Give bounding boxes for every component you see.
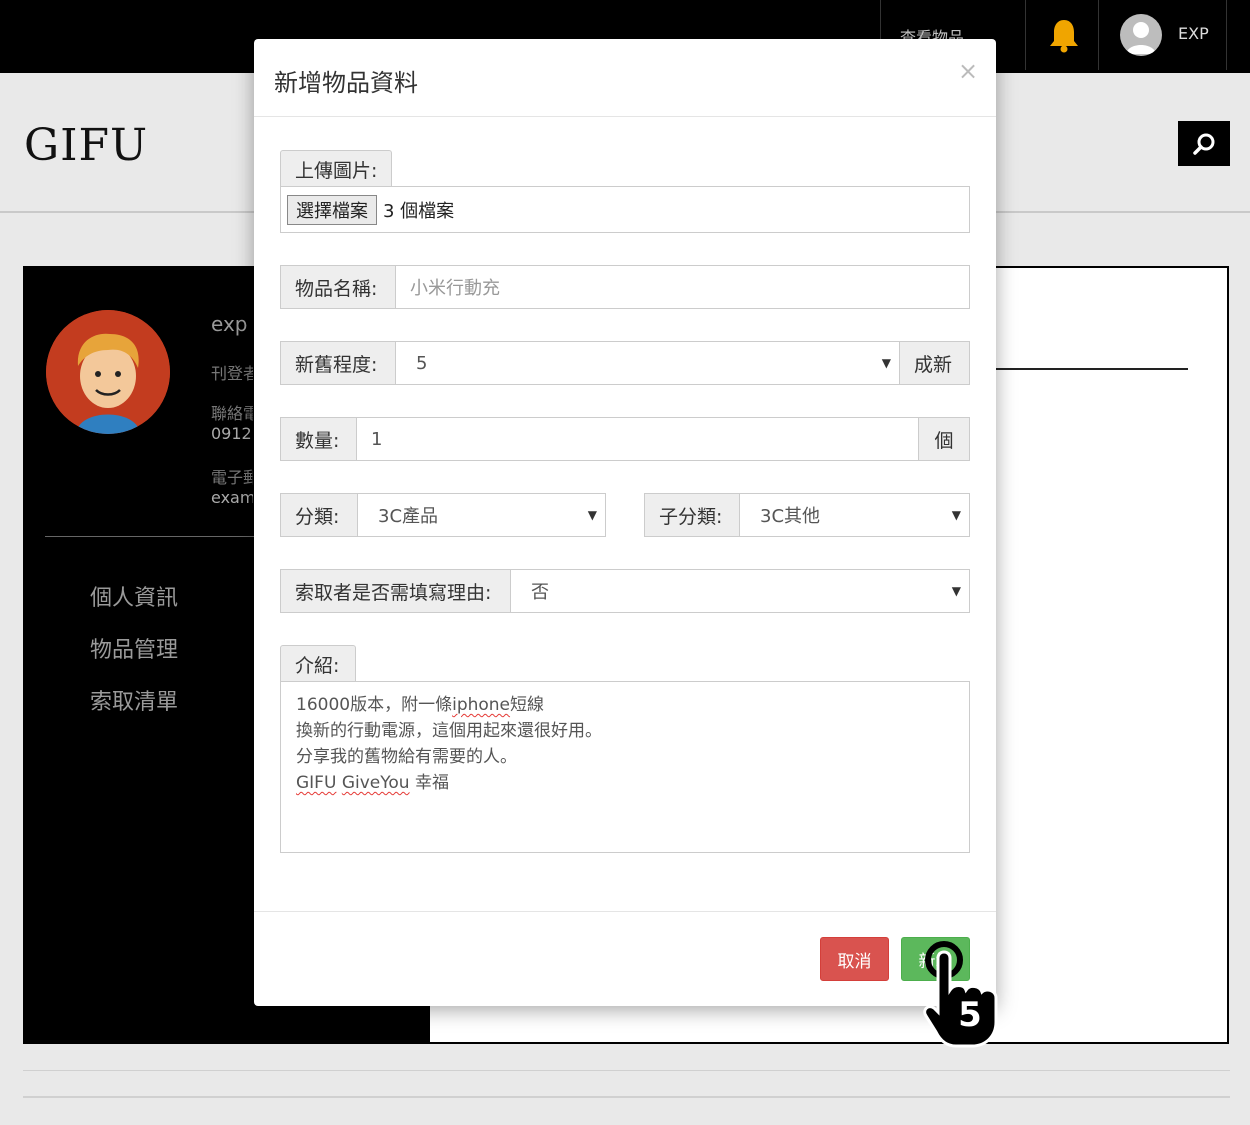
condition-value: 5 — [416, 352, 428, 374]
condition-label: 新舊程度: — [280, 341, 396, 385]
modal-header: 新增物品資料 × — [254, 39, 996, 117]
content-divider — [995, 368, 1188, 370]
sidebar-item-items[interactable]: 物品管理 — [90, 632, 178, 664]
site-logo[interactable]: GIFU — [24, 120, 148, 171]
bell-icon[interactable] — [1048, 18, 1080, 54]
search-button[interactable] — [1178, 121, 1230, 166]
subcategory-select[interactable]: 3C其他 ▼ — [739, 493, 970, 537]
intro-text: iphone — [452, 695, 511, 715]
navbar-divider — [1098, 0, 1099, 70]
sidebar-item-requests[interactable]: 索取清單 — [90, 684, 178, 716]
profile-label: 電子郵件 — [211, 468, 253, 487]
intro-text: 短線 — [510, 695, 545, 715]
chevron-down-icon: ▼ — [881, 356, 891, 370]
close-icon[interactable]: × — [958, 57, 978, 85]
navbar-divider — [1025, 0, 1026, 70]
search-icon — [1193, 133, 1215, 155]
category-select[interactable]: 3C產品 ▼ — [357, 493, 606, 537]
chevron-down-icon: ▼ — [587, 508, 597, 522]
intro-text: 幸福 — [409, 773, 449, 793]
profile-avatar — [46, 310, 170, 434]
intro-label: 介紹: — [280, 645, 356, 682]
add-button[interactable]: 新增 — [901, 937, 970, 981]
profile-label: 聯絡電話 — [211, 404, 253, 423]
user-name[interactable]: EXP — [1178, 24, 1209, 43]
condition-select[interactable]: 5 ▼ — [395, 341, 900, 385]
profile-divider — [45, 536, 255, 537]
chevron-down-icon: ▼ — [951, 508, 961, 522]
quantity-label: 數量: — [280, 417, 357, 461]
profile-name: exp — [211, 312, 248, 336]
intro-text: GIFU — [296, 773, 337, 793]
file-count-text: 3 個檔案 — [383, 200, 455, 222]
intro-line: GIFU GiveYou 幸福 — [296, 770, 954, 796]
subcategory-label: 子分類: — [644, 493, 740, 537]
reason-label: 索取者是否需填寫理由: — [280, 569, 511, 613]
cartoon-avatar-icon — [46, 310, 170, 434]
intro-textarea[interactable]: 16000版本，附一條iphone短線 換新的行動電源，這個用起來還很好用。 分… — [280, 681, 970, 853]
cancel-button[interactable]: 取消 — [820, 937, 889, 981]
sidebar-item-profile[interactable]: 個人資訊 — [90, 580, 178, 612]
footer-divider — [23, 1070, 1230, 1071]
upload-file-input[interactable]: 選擇檔案 3 個檔案 — [280, 186, 970, 233]
quantity-unit: 個 — [918, 417, 970, 461]
condition-suffix: 成新 — [899, 341, 970, 385]
upload-label: 上傳圖片: — [280, 150, 393, 187]
footer-divider — [23, 1096, 1230, 1098]
reason-value: 否 — [531, 582, 549, 603]
subcategory-value: 3C其他 — [760, 506, 821, 527]
choose-file-button[interactable]: 選擇檔案 — [287, 194, 377, 225]
modal-title: 新增物品資料 — [274, 69, 418, 97]
chevron-down-icon: ▼ — [951, 584, 961, 598]
category-value: 3C產品 — [378, 506, 439, 527]
intro-line: 16000版本，附一條iphone短線 — [296, 692, 954, 718]
intro-line: 分享我的舊物給有需要的人。 — [296, 747, 517, 767]
reason-select[interactable]: 否 ▼ — [510, 569, 970, 613]
user-icon — [1126, 22, 1156, 54]
navbar-divider — [1226, 0, 1227, 70]
intro-line: 換新的行動電源，這個用起來還很好用。 — [296, 721, 602, 741]
item-name-input[interactable]: 小米行動充 — [395, 265, 970, 309]
user-avatar[interactable] — [1120, 14, 1162, 56]
profile-label: 刊登者 — [211, 364, 253, 383]
quantity-input[interactable]: 1 — [356, 417, 919, 461]
item-name-label: 物品名稱: — [280, 265, 396, 309]
category-label: 分類: — [280, 493, 358, 537]
profile-phone: 0912 — [211, 424, 252, 443]
intro-text: GiveYou — [341, 773, 410, 793]
profile-email: exam — [211, 488, 253, 507]
modal-footer-divider — [254, 911, 996, 912]
intro-text: 16000版本，附一條 — [296, 695, 453, 715]
